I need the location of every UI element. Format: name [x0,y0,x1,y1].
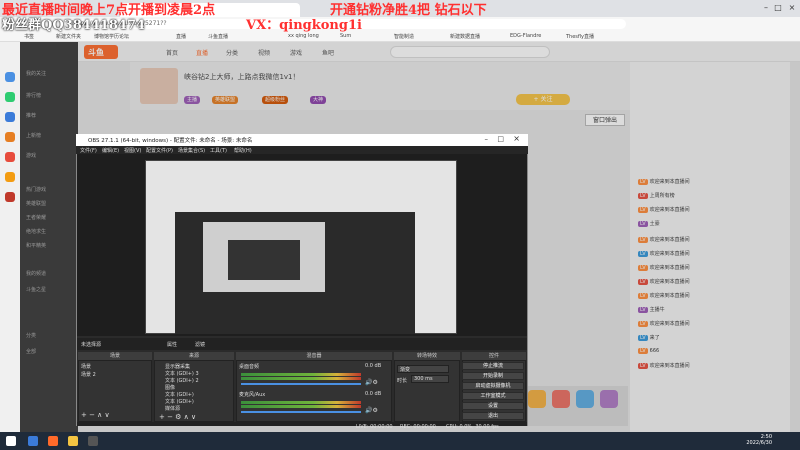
filters-button[interactable]: 滤镜 [195,341,205,348]
mixer-dock: 桌面音频 0.0 dB 🔊⚙ 麦克风/Aux 0.0 dB 🔊⚙ [236,360,392,422]
app-icon[interactable] [5,192,15,202]
app-icon[interactable] [5,112,15,122]
maximize-icon[interactable]: □ [497,135,504,143]
sources-dock: 显示器采集 文本 (GDI+) 3 文本 (GDI+) 2 图像 文本 (GDI… [154,360,234,422]
settings-button[interactable]: 设置 [462,402,524,410]
app-icon[interactable] [68,436,78,446]
menu-item[interactable]: 编辑(E) [102,147,119,154]
volume-slider[interactable] [241,411,361,413]
scene-item[interactable]: 场景 2 [81,371,96,378]
transitions-dock: 渐变 时长 300 ms [394,360,460,422]
exit-button[interactable]: 退出 [462,412,524,420]
duration-field[interactable]: 300 ms [411,375,449,383]
bookmark-item[interactable]: EDG-Flandre [510,33,541,39]
cpu-fps: CPU: 0.0%, 30.00 fps [446,424,499,430]
preview-nested [228,240,300,280]
obs-title-text: OBS 27.1.1 (64-bit, windows) - 配置文件: 未命名… [88,138,253,144]
obs-titlebar[interactable]: OBS 27.1.1 (64-bit, windows) - 配置文件: 未命名… [76,134,528,146]
search-icon[interactable] [28,436,38,446]
live-time: LIVE: 00:00:00 [356,424,393,430]
minimize-icon[interactable]: – [485,135,489,143]
speaker-icon[interactable]: 🔊⚙ [365,407,378,414]
menu-item[interactable]: 配置文件(P) [146,147,173,154]
bookmark-item[interactable]: 新建数据直播 [450,33,480,40]
system-clock: 2:50 2022/6/30 [746,434,772,446]
taskbar [0,432,800,450]
app-icon[interactable] [5,92,15,102]
close-icon[interactable]: × [786,3,798,13]
no-source-label: 未选择源 [81,342,102,348]
obs-source-toolbar: 未选择源 属性 滤镜 [77,338,527,350]
minimize-icon[interactable]: – [760,3,772,13]
mixer-channel-db: 0.0 dB [365,391,382,397]
menu-item[interactable]: 场景集合(S) [178,147,205,154]
start-recording-button[interactable]: 开始录制 [462,372,524,380]
properties-button[interactable]: 属性 [167,341,177,348]
obs-menubar: 文件(F) 编辑(E) 视图(V) 配置文件(P) 场景集合(S) 工具(T) … [76,146,528,154]
overlay-promo: 开通钻粉净胜4把 钻石以下 [330,3,487,18]
scenes-dock-header: 场景 [78,352,152,360]
app-icon[interactable] [5,152,15,162]
transitions-dock-header: 转场特效 [394,352,460,360]
source-add-remove-buttons[interactable]: + − ⚙ ∧ ∨ [159,413,196,421]
bookmark-item[interactable]: xx qing long [288,33,319,39]
overlay-qq-group: 粉丝群QQ384418474 [2,18,146,33]
bookmark-item[interactable]: 新建文件夹 [56,33,81,40]
menu-item[interactable]: 文件(F) [80,147,97,154]
duration-label: 时长 [397,378,408,384]
speaker-icon[interactable]: 🔊⚙ [365,379,378,386]
bookmark-item[interactable]: Thesfly直播 [566,33,594,40]
source-item[interactable]: 图像 [165,384,175,391]
app-icon[interactable] [48,436,58,446]
mixer-channel-name: 麦克风/Aux [239,392,266,398]
source-item[interactable]: 文本 (GDI+) [165,391,194,398]
studio-mode-button[interactable]: 工作室模式 [462,392,524,400]
volume-meter [241,377,361,380]
transition-value: 渐变 [400,367,411,373]
menu-item[interactable]: 视图(V) [124,147,141,154]
volume-meter [241,373,361,376]
source-item[interactable]: 文本 (GDI+) 3 [165,370,199,377]
volume-slider[interactable] [241,383,361,385]
obs-taskbar-icon[interactable] [88,436,98,446]
browser-side-strip [0,42,20,432]
app-icon[interactable] [5,72,15,82]
source-item[interactable]: 文本 (GDI+) 2 [165,377,199,384]
bookmark-item[interactable]: 直播 [176,33,186,40]
duration-value: 300 ms [414,376,433,382]
source-item[interactable]: 媒体源 [165,405,180,412]
volume-meter [241,401,361,404]
rec-time: REC: 00:00:00 [400,424,436,430]
maximize-icon[interactable]: □ [772,3,784,13]
clock-date: 2022/6/30 [746,440,772,446]
volume-meter [241,405,361,408]
start-button-icon[interactable] [6,436,16,446]
menu-item[interactable]: 工具(T) [210,147,227,154]
app-icon[interactable] [5,132,15,142]
mixer-channel-db: 0.0 dB [365,363,382,369]
scenes-dock: 场景 场景 2 + − ∧ ∨ [78,360,152,422]
bookmark-item[interactable]: 斗鱼直播 [208,33,228,40]
stop-streaming-button[interactable]: 停止推流 [462,362,524,370]
virtual-camera-button[interactable]: 启动虚拟摄像机 [462,382,524,390]
sources-dock-header: 来源 [154,352,234,360]
mixer-dock-header: 混音器 [236,352,392,360]
bookmark-item[interactable]: 书签 [24,33,34,40]
source-item[interactable]: 显示器采集 [165,363,190,370]
bookmark-item[interactable]: 博物馆学历论坛 [94,33,129,40]
controls-dock-header: 控件 [462,352,526,360]
source-item[interactable]: 文本 (GDI+) [165,398,194,405]
scene-item[interactable]: 场景 [81,363,91,370]
close-icon[interactable]: × [513,134,520,143]
menu-item[interactable]: 帮助(H) [234,147,252,154]
mixer-channel-name: 桌面音频 [239,364,260,370]
transition-select[interactable]: 渐变 [397,365,449,373]
scene-add-remove-buttons[interactable]: + − ∧ ∨ [81,411,110,419]
app-icon[interactable] [5,172,15,182]
bookmark-item[interactable]: 智能制造 [394,33,414,40]
bookmark-item[interactable]: Sum [340,33,351,39]
